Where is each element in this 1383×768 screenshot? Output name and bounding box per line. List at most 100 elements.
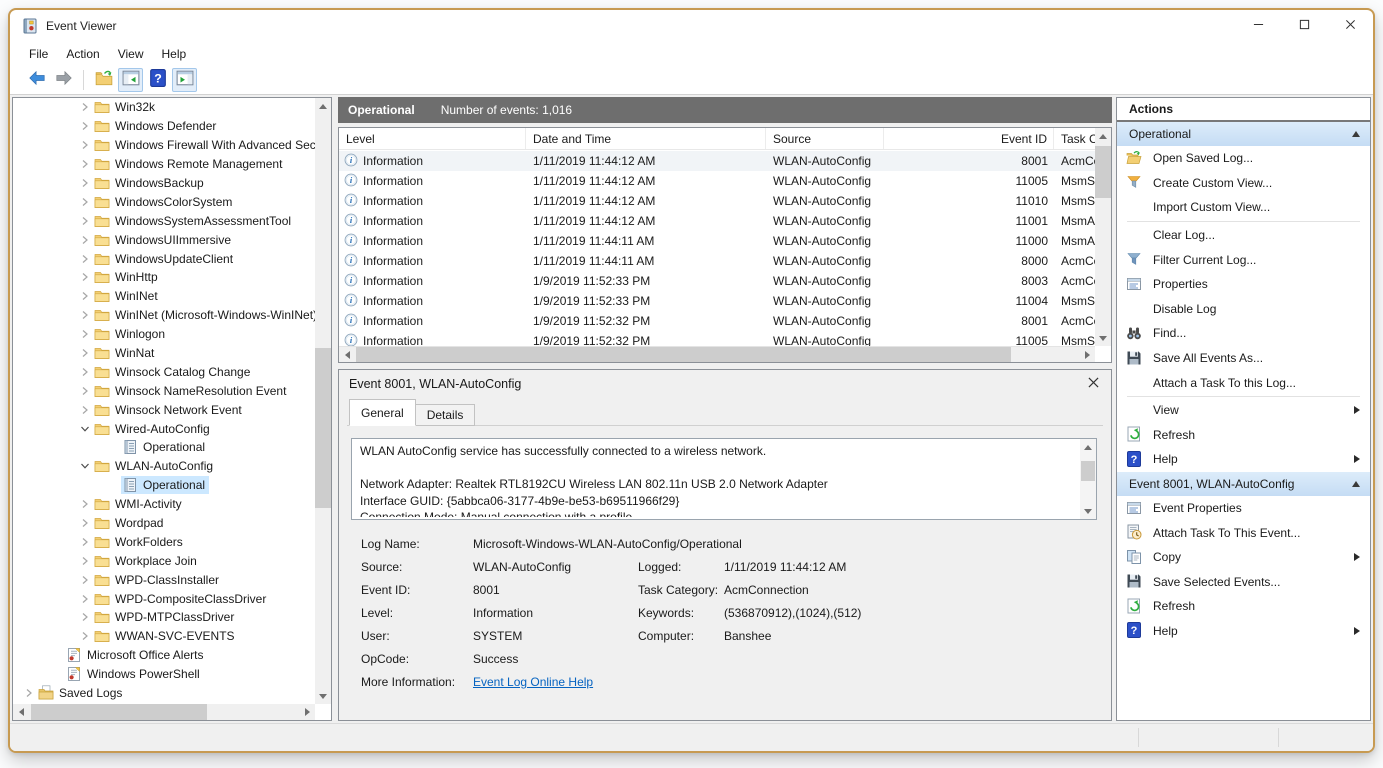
event-row-11001[interactable]: iInformation1/11/2019 11:44:12 AMWLAN-Au… [339, 211, 1095, 231]
tab-details[interactable]: Details [416, 404, 476, 426]
back-button[interactable] [24, 68, 49, 92]
chevron-right-icon[interactable] [77, 178, 93, 188]
action-save-selected-events[interactable]: Save Selected Events... [1117, 570, 1370, 595]
chevron-right-icon[interactable] [77, 499, 93, 509]
chevron-down-icon[interactable] [77, 461, 93, 471]
tree-item-windows-firewall-with-advanced-security[interactable]: Windows Firewall With Advanced Security [13, 136, 315, 155]
menu-file[interactable]: File [20, 44, 57, 64]
chevron-right-icon[interactable] [77, 272, 93, 282]
tree-item-windowscolorsystem[interactable]: WindowsColorSystem [13, 192, 315, 211]
action-copy[interactable]: Copy [1117, 545, 1370, 570]
event-row-8001[interactable]: iInformation1/11/2019 11:44:12 AMWLAN-Au… [339, 151, 1095, 171]
event-row-8001[interactable]: iInformation1/9/2019 11:52:32 PMWLAN-Aut… [339, 311, 1095, 331]
chevron-right-icon[interactable] [77, 291, 93, 301]
chevron-right-icon[interactable] [77, 537, 93, 547]
event-row-11000[interactable]: iInformation1/11/2019 11:44:11 AMWLAN-Au… [339, 231, 1095, 251]
tab-general[interactable]: General [349, 399, 416, 426]
tree-item-wpd-classinstaller[interactable]: WPD-ClassInstaller [13, 570, 315, 589]
chevron-right-icon[interactable] [77, 405, 93, 415]
close-button[interactable] [1327, 10, 1373, 42]
forward-button[interactable] [51, 68, 76, 92]
tree-item-wmi-activity[interactable]: WMI-Activity [13, 495, 315, 514]
scroll-right-button[interactable] [1079, 347, 1095, 363]
scroll-left-button[interactable] [13, 704, 29, 720]
chevron-right-icon[interactable] [77, 121, 93, 131]
event-list-vertical-scrollbar[interactable] [1095, 128, 1111, 346]
chevron-right-icon[interactable] [77, 329, 93, 339]
tree-item-wpd-mtpclassdriver[interactable]: WPD-MTPClassDriver [13, 608, 315, 627]
close-icon[interactable] [1088, 377, 1099, 391]
tree-item-winnat[interactable]: WinNat [13, 344, 315, 363]
chevron-right-icon[interactable] [77, 386, 93, 396]
minimize-button[interactable] [1235, 10, 1281, 42]
tree-item-wordpad[interactable]: Wordpad [13, 514, 315, 533]
action-disable-log[interactable]: Disable Log [1117, 297, 1370, 322]
tree-item-winsock-nameresolution-event[interactable]: Winsock NameResolution Event [13, 381, 315, 400]
event-row-11005[interactable]: iInformation1/11/2019 11:44:12 AMWLAN-Au… [339, 171, 1095, 191]
scrollbar-thumb[interactable] [1095, 146, 1111, 198]
column-header-task-category[interactable]: Task Category [1054, 128, 1095, 149]
chevron-right-icon[interactable] [77, 310, 93, 320]
chevron-down-icon[interactable] [77, 424, 93, 434]
tree-item-winsock-network-event[interactable]: Winsock Network Event [13, 400, 315, 419]
tree-item-workfolders[interactable]: WorkFolders [13, 532, 315, 551]
action-import-custom-view[interactable]: Import Custom View... [1117, 195, 1370, 220]
collapse-chevron-icon[interactable] [1352, 481, 1360, 487]
scroll-up-button[interactable] [315, 98, 331, 114]
menu-view[interactable]: View [109, 44, 153, 64]
tree-horizontal-scrollbar[interactable] [13, 704, 315, 720]
scroll-right-button[interactable] [299, 704, 315, 720]
tree-item-winsock-catalog-change[interactable]: Winsock Catalog Change [13, 362, 315, 381]
event-row-11004[interactable]: iInformation1/9/2019 11:52:33 PMWLAN-Aut… [339, 291, 1095, 311]
action-attach-task-to-this-event[interactable]: Attach Task To This Event... [1117, 520, 1370, 545]
show-console-tree-button[interactable] [118, 68, 143, 92]
action-help[interactable]: ?Help [1117, 447, 1370, 472]
tree-item-operational[interactable]: Operational [13, 438, 315, 457]
chevron-right-icon[interactable] [77, 216, 93, 226]
collapse-chevron-icon[interactable] [1352, 131, 1360, 137]
action-help[interactable]: ?Help [1117, 619, 1370, 644]
menu-help[interactable]: Help [153, 44, 196, 64]
tree-item-windows-defender[interactable]: Windows Defender [13, 117, 315, 136]
column-header-level[interactable]: Level [339, 128, 526, 149]
chevron-right-icon[interactable] [77, 254, 93, 264]
tree-item-wwan-svc-events[interactable]: WWAN-SVC-EVENTS [13, 627, 315, 646]
tree-item-windowsuiimmersive[interactable]: WindowsUIImmersive [13, 230, 315, 249]
scroll-down-button[interactable] [1080, 503, 1096, 519]
action-refresh[interactable]: Refresh [1117, 423, 1370, 448]
chevron-right-icon[interactable] [77, 348, 93, 358]
menu-action[interactable]: Action [57, 44, 108, 64]
chevron-right-icon[interactable] [77, 367, 93, 377]
scrollbar-thumb[interactable] [356, 347, 1011, 362]
action-clear-log[interactable]: Clear Log... [1117, 223, 1370, 248]
chevron-right-icon[interactable] [77, 631, 93, 641]
tree-item-win32k[interactable]: Win32k [13, 98, 315, 117]
action-filter-current-log[interactable]: Filter Current Log... [1117, 247, 1370, 272]
help-button[interactable]: ? [145, 68, 170, 92]
tree-item-winlogon[interactable]: Winlogon [13, 325, 315, 344]
action-create-custom-view[interactable]: Create Custom View... [1117, 171, 1370, 196]
tree-item-windows-powershell[interactable]: Windows PowerShell [13, 665, 315, 684]
chevron-right-icon[interactable] [77, 612, 93, 622]
column-header-date-and-time[interactable]: Date and Time [526, 128, 766, 149]
tree-item-wpd-compositeclassdriver[interactable]: WPD-CompositeClassDriver [13, 589, 315, 608]
chevron-right-icon[interactable] [77, 140, 93, 150]
tree-item-workplace-join[interactable]: Workplace Join [13, 551, 315, 570]
scroll-left-button[interactable] [339, 347, 355, 363]
action-event-properties[interactable]: Event Properties [1117, 496, 1370, 521]
tree-item-wired-autoconfig[interactable]: Wired-AutoConfig [13, 419, 315, 438]
action-save-all-events-as[interactable]: Save All Events As... [1117, 346, 1370, 371]
event-row-11005[interactable]: iInformation1/9/2019 11:52:32 PMWLAN-Aut… [339, 331, 1095, 346]
tree-item-operational[interactable]: Operational [13, 476, 315, 495]
action-open-saved-log[interactable]: Open Saved Log... [1117, 146, 1370, 171]
column-header-source[interactable]: Source [766, 128, 884, 149]
action-attach-a-task-to-this-log[interactable]: Attach a Task To this Log... [1117, 370, 1370, 395]
event-row-11010[interactable]: iInformation1/11/2019 11:44:12 AMWLAN-Au… [339, 191, 1095, 211]
show-action-pane-button[interactable] [172, 68, 197, 92]
tree-item-windowssystemassessmenttool[interactable]: WindowsSystemAssessmentTool [13, 211, 315, 230]
tree-item-microsoft-office-alerts[interactable]: Microsoft Office Alerts [13, 646, 315, 665]
tree-item-wininet[interactable]: WinINet [13, 287, 315, 306]
tree-item-windowsbackup[interactable]: WindowsBackup [13, 174, 315, 193]
chevron-right-icon[interactable] [77, 235, 93, 245]
event-list-horizontal-scrollbar[interactable] [339, 346, 1095, 362]
